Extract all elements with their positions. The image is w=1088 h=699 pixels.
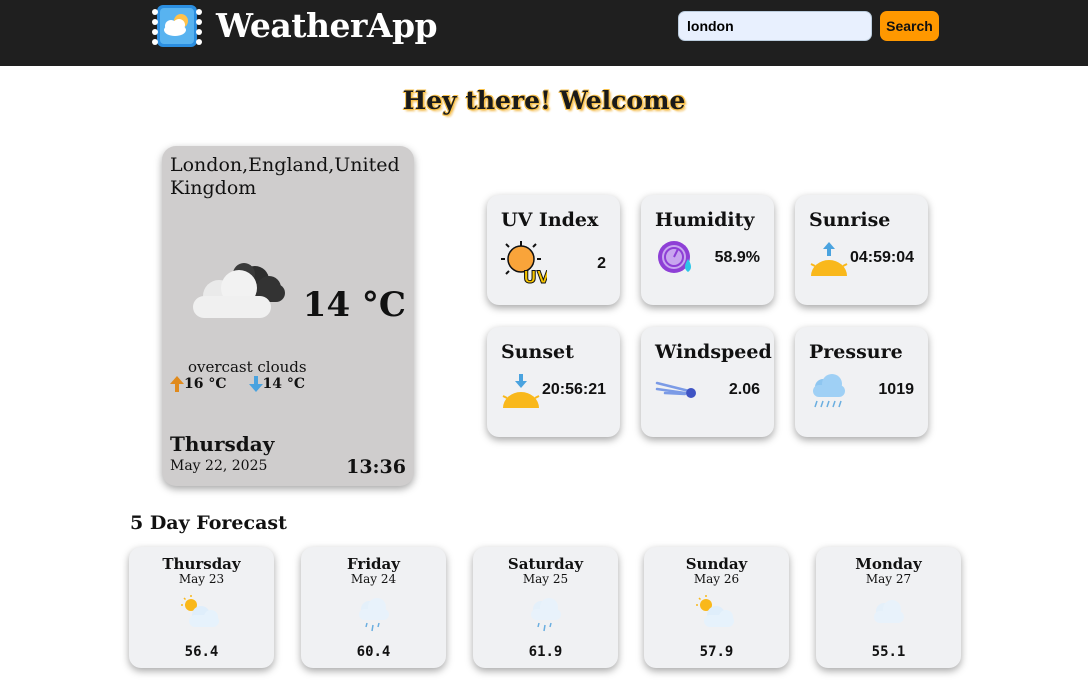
wind-icon: [655, 381, 696, 398]
forecast-temp: 60.4: [356, 644, 391, 660]
header-bar: WeatherApp Search: [0, 0, 1088, 66]
sunset-icon: [502, 374, 540, 408]
forecast-card: Friday May 24 60.4: [301, 547, 446, 668]
forecast-card: Monday May 27 55.1: [816, 547, 961, 668]
welcome-heading: Hey there! Welcome: [402, 86, 686, 115]
max-temperature: 16 °C: [184, 376, 227, 392]
forecast-day: Saturday: [507, 555, 584, 573]
forecast-temp: 55.1: [871, 644, 906, 660]
partly-cloudy-icon: [181, 595, 219, 627]
sunrise-title: Sunrise: [809, 209, 891, 231]
arrow-down-icon: [248, 376, 263, 392]
sunset-value: 20:56:21: [541, 381, 606, 398]
rain-icon: [359, 598, 389, 632]
partly-cloudy-icon: [696, 595, 734, 627]
current-weather-card: London,England,United Kingdom 14 °C over…: [162, 146, 414, 486]
sunset-card: Sunset 20:56:21: [487, 327, 620, 437]
windspeed-value: 2.06: [728, 381, 760, 398]
pressure-icon: [813, 374, 845, 408]
forecast-date: May 23: [178, 572, 225, 586]
forecast-card: Saturday May 25 61.9: [473, 547, 618, 668]
app-logo-icon: [152, 5, 202, 47]
search-button[interactable]: Search: [880, 11, 939, 41]
forecast-day: Thursday: [162, 555, 241, 573]
forecast-day: Sunday: [685, 555, 748, 573]
current-date: May 22, 2025: [170, 458, 268, 474]
humidity-value: 58.9%: [714, 249, 760, 266]
sunrise-card: Sunrise 04:59:04: [795, 195, 928, 305]
weather-description: overcast clouds: [188, 358, 307, 376]
sunrise-value: 04:59:04: [849, 249, 914, 266]
humidity-card: Humidity 58.9%: [641, 195, 774, 305]
location-label: London,England,United Kingdom: [170, 154, 400, 199]
forecast-temp: 56.4: [184, 644, 219, 660]
current-time: 13:36: [346, 456, 406, 478]
rain-icon: [531, 598, 561, 632]
windspeed-title: Windspeed: [655, 341, 772, 363]
forecast-day: Friday: [347, 555, 400, 573]
forecast-date: May 27: [865, 572, 912, 586]
current-temperature: 14 °C: [302, 285, 406, 325]
humidity-title: Humidity: [655, 209, 755, 231]
forecast-temp: 61.9: [528, 644, 563, 660]
forecast-temp: 57.9: [699, 644, 734, 660]
svg-text:UV: UV: [523, 268, 547, 285]
cloud-icon: [874, 600, 904, 623]
current-day: Thursday: [170, 432, 275, 456]
overcast-clouds-icon: [193, 263, 285, 318]
pressure-title: Pressure: [809, 341, 903, 363]
pressure-value: 1019: [878, 381, 914, 398]
forecast-card: Thursday May 23 56.4: [129, 547, 274, 668]
windspeed-card: Windspeed 2.06: [641, 327, 774, 437]
pressure-card: Pressure 1019: [795, 327, 928, 437]
app-title: WeatherApp: [216, 6, 438, 45]
forecast-card: Sunday May 26 57.9: [644, 547, 789, 668]
humidity-icon: [658, 241, 691, 273]
forecast-date: May 24: [350, 572, 397, 586]
min-temperature: 14 °C: [262, 376, 306, 392]
forecast-title: 5 Day Forecast: [130, 512, 287, 534]
arrow-up-icon: [170, 376, 184, 392]
forecast-date: May 25: [522, 572, 569, 586]
sunrise-icon: [810, 242, 848, 276]
uv-index-card: UV Index UV 2: [487, 195, 620, 305]
city-search-input[interactable]: [678, 11, 872, 41]
uv-index-title: UV Index: [501, 209, 599, 231]
forecast-day: Monday: [855, 555, 922, 573]
uv-icon: UV: [501, 241, 547, 285]
uv-index-value: 2: [597, 255, 606, 272]
sunset-title: Sunset: [501, 341, 574, 363]
forecast-date: May 26: [693, 572, 740, 586]
min-max-temperature: 16 °C 14 °C: [170, 376, 305, 392]
